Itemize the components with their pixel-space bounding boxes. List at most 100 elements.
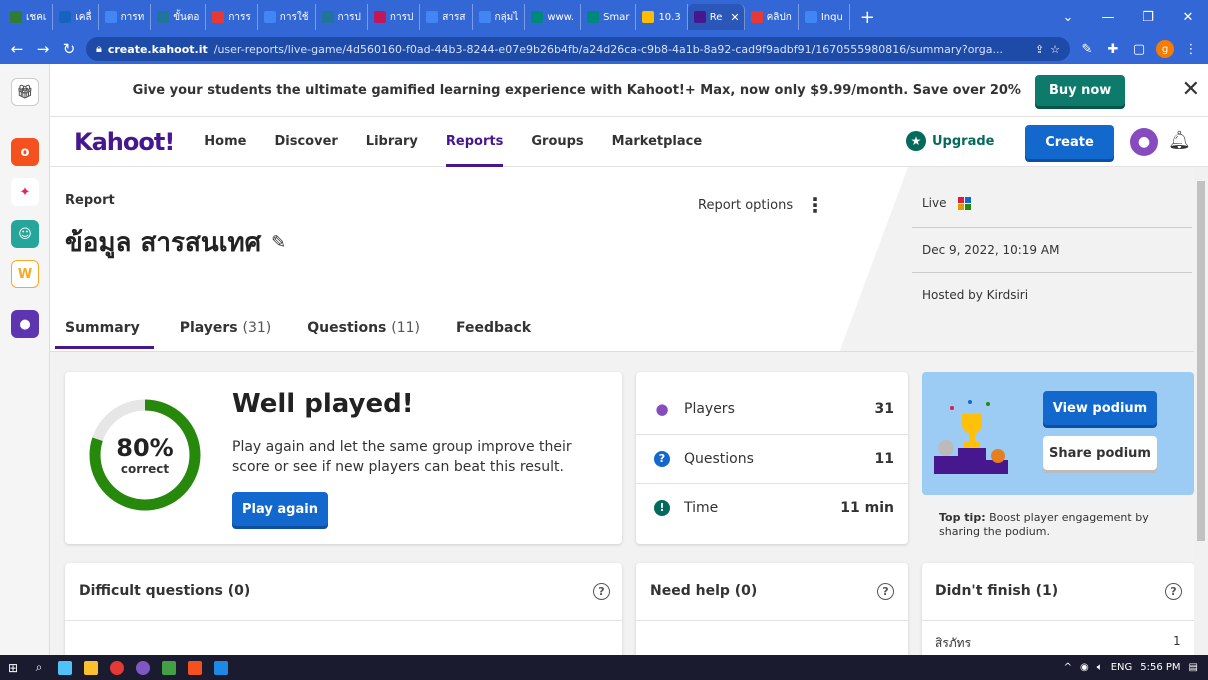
profile-avatar[interactable]: g [1156,40,1174,58]
volume-icon[interactable]: 🔈︎ [1097,662,1103,673]
search-icon[interactable]: ⌕ [26,655,52,680]
browser-tab[interactable]: กลุ่มไ [473,4,526,30]
browser-tab[interactable]: www. [525,4,582,30]
stat-questions-label: Questions [684,450,754,467]
app-g-icon[interactable] [182,655,208,680]
close-window-button[interactable]: ✕ [1168,10,1208,25]
share-podium-button[interactable]: Share podium [1043,436,1157,470]
word-icon[interactable] [208,655,234,680]
podium-card: View podium Share podium [922,372,1194,495]
browser-tab[interactable]: Inqu [799,4,850,30]
report-options-button[interactable]: Report options ⋮ [698,193,825,217]
line-glyph [162,660,176,675]
browser-tab[interactable]: Re ✕ [687,4,745,30]
network-icon[interactable]: ◉ [1080,662,1089,673]
tab-summary[interactable]: Summary [55,320,154,349]
tab-favicon-icon [212,11,225,23]
url-input[interactable]: 🔒︎ create.kahoot.it/user-reports/live-ga… [86,37,1070,61]
scrollbar-thumb[interactable] [1197,181,1205,541]
browser-tab[interactable]: 10.3 [636,4,688,30]
nav-reports[interactable]: Reports [445,117,504,167]
upgrade-link[interactable]: ★ Upgrade [906,131,994,151]
tab-summary-label: Summary [65,320,140,336]
explorer-icon[interactable] [78,655,104,680]
chrome-icon[interactable] [104,655,130,680]
notification-icon[interactable]: ▤ [1189,662,1198,673]
tray-expand-icon[interactable]: ^ [1064,662,1072,673]
back-icon[interactable]: ← [8,40,26,58]
gift-icon[interactable]: 🎁︎ [11,78,39,106]
extension-icon[interactable]: ✎ [1078,42,1096,57]
line-icon[interactable] [156,655,182,680]
unfinished-player-count: 1 [1173,634,1181,648]
tab-search-icon[interactable]: ⌄ [1048,10,1088,25]
meta-divider [912,227,1192,228]
browser-tab[interactable]: คลิปก [745,4,799,30]
podium-first [958,448,986,474]
app-star-icon[interactable]: ✦ [11,178,39,206]
browser-tab[interactable]: เคลื่ [53,4,99,30]
confetti-icon [986,402,990,406]
create-button[interactable]: Create [1025,125,1114,159]
app-o-icon[interactable]: o [11,138,39,166]
sidepanel-icon[interactable]: ▢ [1130,42,1148,57]
tab-questions-label: Questions [307,320,387,336]
browser-tab[interactable]: การป [368,4,421,30]
top-tip: Top tip: Boost player engagement by shar… [939,511,1169,539]
tab-feedback[interactable]: Feedback [456,320,531,349]
restore-button[interactable]: ❐ [1128,10,1168,25]
nav-home[interactable]: Home [204,117,246,167]
page-scrollbar[interactable] [1194,167,1208,655]
windows-taskbar: ⊞ ⌕ ^ ◉ 🔈︎ ENG 5:56 PM ▤ [0,655,1208,680]
messenger-icon[interactable] [130,655,156,680]
help-icon[interactable]: ? [593,583,610,600]
close-tab-icon[interactable]: ✕ [730,11,739,24]
browser-tab[interactable]: การป [316,4,368,30]
puzzle-icon[interactable]: ✚ [1104,42,1122,57]
kahoot-logo[interactable]: Kahoot! [74,128,175,156]
tab-players[interactable]: Players (31) [180,320,272,349]
app-chat-icon[interactable]: ☺ [11,220,39,248]
windows-start-icon[interactable]: ⊞ [0,655,26,680]
tab-questions[interactable]: Questions (11) [307,320,420,349]
nav-marketplace[interactable]: Marketplace [612,117,703,167]
browser-tab[interactable]: เชคเ [4,4,54,30]
browser-tab-label: การร [228,11,251,23]
user-avatar[interactable]: ● [1130,128,1158,156]
browser-tab[interactable]: ขั้นตอ [151,4,207,30]
browser-tab[interactable]: การท [99,4,152,30]
browser-tab[interactable]: การร [206,4,258,30]
bell-icon[interactable]: 🔔︎ [1168,130,1191,151]
stat-time: ! Time 11 min [636,483,908,532]
trophy-stem [969,434,975,442]
forward-icon[interactable]: → [34,40,52,58]
taskview-icon[interactable] [52,655,78,680]
close-icon[interactable]: ✕ [1182,77,1200,102]
app-monster-icon[interactable]: ● [11,310,39,338]
new-tab-button[interactable]: + [850,7,885,28]
nav-groups[interactable]: Groups [531,117,583,167]
nav-discover[interactable]: Discover [274,117,337,167]
nav-library[interactable]: Library [366,117,418,167]
share-icon[interactable]: ⇪ [1035,43,1044,56]
view-podium-button[interactable]: View podium [1043,391,1157,425]
browser-tab[interactable]: สารส [420,4,473,30]
browser-tab[interactable]: Smar [581,4,637,30]
browser-menu-icon[interactable]: ⋮ [1182,42,1200,57]
star-icon: ★ [906,131,926,151]
help-icon[interactable]: ? [877,583,894,600]
minimize-button[interactable]: — [1088,10,1128,25]
unfinished-player-name[interactable]: สิรภัทร [935,634,971,653]
clock[interactable]: 5:56 PM [1140,662,1180,673]
tab-favicon-icon [157,11,170,23]
play-again-button[interactable]: Play again [232,492,328,526]
pencil-icon[interactable]: ✎ [271,232,286,253]
bookmark-star-icon[interactable]: ☆ [1050,43,1060,56]
reload-icon[interactable]: ↻ [60,40,78,58]
app-w-icon[interactable]: W [11,260,39,288]
browser-tab[interactable]: การใช้ [258,4,316,30]
help-icon[interactable]: ? [1165,583,1182,600]
language-indicator[interactable]: ENG [1111,662,1133,673]
buy-now-button[interactable]: Buy now [1034,74,1126,106]
browser-tab-label: กลุ่มไ [494,11,519,23]
